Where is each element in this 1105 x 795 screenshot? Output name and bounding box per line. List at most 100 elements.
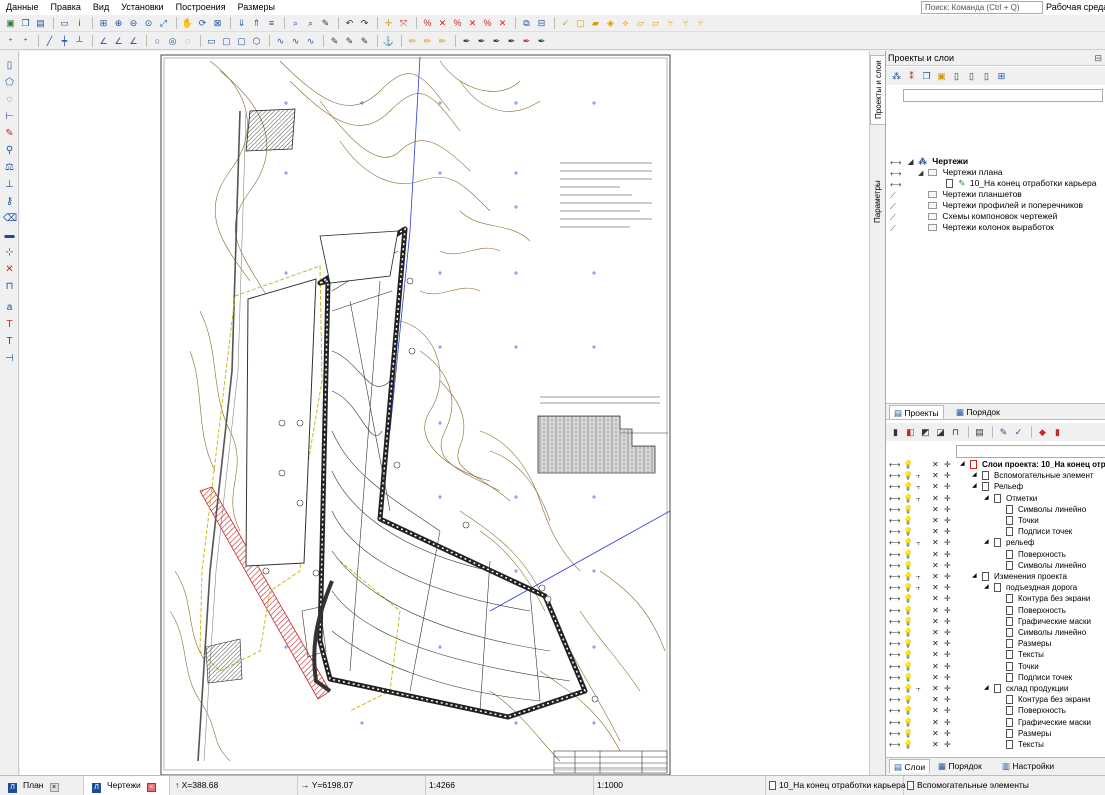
snap-cross-icon[interactable]: ✛ [944,560,951,571]
select-off-icon[interactable]: ✕ [932,593,939,604]
select-off-icon[interactable]: ✕ [932,739,939,750]
point-icon[interactable]: ⁺ [4,35,17,48]
visibility-bulb-icon[interactable]: 💡 [903,605,913,616]
visibility-bulb-icon[interactable]: 💡 [903,571,913,582]
layer-row[interactable]: ⟷ 💡 ✕ ✛ Размеры [886,638,1105,649]
undo-icon[interactable]: ↶ [343,17,356,30]
visibility-bulb-icon[interactable]: 💡 [903,537,913,548]
open-project-icon[interactable]: ▣ [935,70,948,83]
redraw-icon[interactable]: ⟳ [196,17,209,30]
snap-cross-icon[interactable]: ✛ [944,526,951,537]
pin-icon[interactable]: ⊟ [1094,51,1102,66]
layer-row[interactable]: ⟷ 💡 ✕ ✛ Поверхность [886,549,1105,560]
snap-cross-icon[interactable]: ✛ [944,661,951,672]
visibility-bulb-icon[interactable]: 💡 [903,515,913,526]
zoom-window-icon[interactable]: ⊞ [97,17,110,30]
layer-new-icon[interactable]: ▮ [889,426,902,439]
select-off-icon[interactable]: ✕ [932,515,939,526]
percent-alt-icon[interactable]: % [451,17,464,30]
snap-cross-icon[interactable]: ✛ [944,549,951,560]
select-off-icon[interactable]: ✕ [932,504,939,515]
pencil-extra-icon[interactable]: ✏ [436,35,449,48]
select-off-icon[interactable]: ✕ [932,560,939,571]
expand-icon[interactable]: ◢ [960,459,965,470]
copy-project-icon[interactable]: ❐ [920,70,933,83]
snap-cross-icon[interactable]: ✛ [944,672,951,683]
layer-row[interactable]: ⟷ 💡 ⫟ ✕ ✛ ◢ Отметки [886,493,1105,504]
tree-item-plan-drawings[interactable]: ◢ Чертежи плана [918,167,1003,178]
workspace-selector[interactable]: Рабочая среда [1046,0,1105,15]
text-icon[interactable]: a [3,301,16,314]
snap-cross-icon[interactable]: ✛ [944,481,951,492]
visibility-bulb-icon[interactable]: 💡 [903,728,913,739]
lock-icon[interactable]: ⫟ [916,470,921,481]
select-off-icon[interactable]: ✕ [932,571,939,582]
select-off-icon[interactable]: ✕ [932,526,939,537]
menu-constructions[interactable]: Построения [170,0,232,15]
layer-up-icon[interactable]: ⇑ [250,17,263,30]
tree-item-profile-drawings[interactable]: Чертежи профилей и поперечников [928,200,1083,211]
expand-icon[interactable]: ◢ [984,582,989,593]
pen-alt-icon[interactable]: ✒ [475,35,488,48]
layer-row[interactable]: ⟷ 💡 ⫟ ✕ ✛ ◢ Рельеф [886,481,1105,492]
tab-settings[interactable]: ▥ Настройки [998,759,1058,773]
cross-extra-icon[interactable]: ✕ [496,17,509,30]
expand-icon[interactable]: ◢ [918,168,926,179]
fork-alt-icon[interactable]: ⑂ [679,17,692,30]
snap-cross-icon[interactable]: ✛ [944,627,951,638]
active-layer[interactable]: Вспомогательные элементы [904,776,1105,795]
expand-icon[interactable]: ◢ [972,470,977,481]
visibility-bulb-icon[interactable]: 💡 [903,504,913,515]
select-off-icon[interactable]: ✕ [932,717,939,728]
zoom-icon[interactable]: ⊙ [142,17,155,30]
snap-cross-icon[interactable]: ✛ [944,582,951,593]
select-off-icon[interactable]: ✕ [932,649,939,660]
menu-settings[interactable]: Установки [115,0,169,15]
visibility-bulb-icon[interactable]: 💡 [903,470,913,481]
layer-icon[interactable]: ≡ [265,17,278,30]
print-icon[interactable]: ▤ [34,17,47,30]
select-off-icon[interactable]: ✕ [932,470,939,481]
rect-fillet-icon[interactable]: ▢ [235,35,248,48]
parallelogram-icon[interactable]: ▱ [634,17,647,30]
menu-edit[interactable]: Правка [45,0,87,15]
move-icon[interactable]: ⤧ [397,17,410,30]
close-icon[interactable]: × [146,783,156,792]
spline-icon[interactable]: ∿ [274,35,287,48]
layer-row[interactable]: ⟷ 💡 ✕ ✛ Размеры [886,728,1105,739]
layer-row[interactable]: ⟷ 💡 ✕ ✛ Подписи точек [886,526,1105,537]
layout-icon[interactable]: ⊟ [535,17,548,30]
snap-icon[interactable]: ✛ [382,17,395,30]
select-rect-icon[interactable]: ▯ [3,59,16,72]
visibility-bulb-icon[interactable]: 💡 [903,683,913,694]
line-vertical-icon[interactable]: ┿ [58,35,71,48]
layer-row[interactable]: ⟷ 💡 ✕ ✛ Символы линейно [886,560,1105,571]
edit-extra-icon[interactable]: ✎ [358,35,371,48]
properties-icon[interactable]: ⊞ [995,70,1008,83]
expand-icon[interactable]: ◢ [908,157,916,168]
cross-alt-icon[interactable]: ✕ [466,17,479,30]
visibility-bulb-icon[interactable]: 💡 [903,649,913,660]
select-off-icon[interactable]: ✕ [932,638,939,649]
snap-cross-icon[interactable]: ✛ [944,515,951,526]
circle-center-icon[interactable]: ◎ [166,35,179,48]
layer-style-icon[interactable]: ▮ [1051,426,1064,439]
visibility-bulb-icon[interactable]: 💡 [903,616,913,627]
layer-search-input[interactable] [956,445,1105,458]
expand-icon[interactable]: ◢ [984,493,989,504]
tab-projects[interactable]: ▤ Проекты [889,405,944,419]
layer-row[interactable]: ⟷ 💡 ✕ ✛ Графические маски [886,717,1105,728]
pan-icon[interactable]: ✋ [181,17,194,30]
vtab-parameters[interactable]: Параметры [870,171,886,233]
visibility-bulb-icon[interactable]: 💡 [903,739,913,750]
drawing-scale[interactable]: 1:1000 [594,776,766,795]
layer-row[interactable]: ⟷ 💡 ⫟ ✕ ✛ ◢ склад продукции [886,683,1105,694]
snap-cross-icon[interactable]: ✛ [944,705,951,716]
rect-rounded-icon[interactable]: ▢ [220,35,233,48]
lock-icon[interactable]: ⫟ [916,571,921,582]
visibility-bulb-icon[interactable]: 💡 [903,638,913,649]
snap-cross-icon[interactable]: ✛ [944,638,951,649]
edit-points-icon[interactable]: ⊹ [3,246,16,259]
save-icon[interactable]: ▣ [4,17,17,30]
drawing-canvas[interactable] [20,51,869,775]
